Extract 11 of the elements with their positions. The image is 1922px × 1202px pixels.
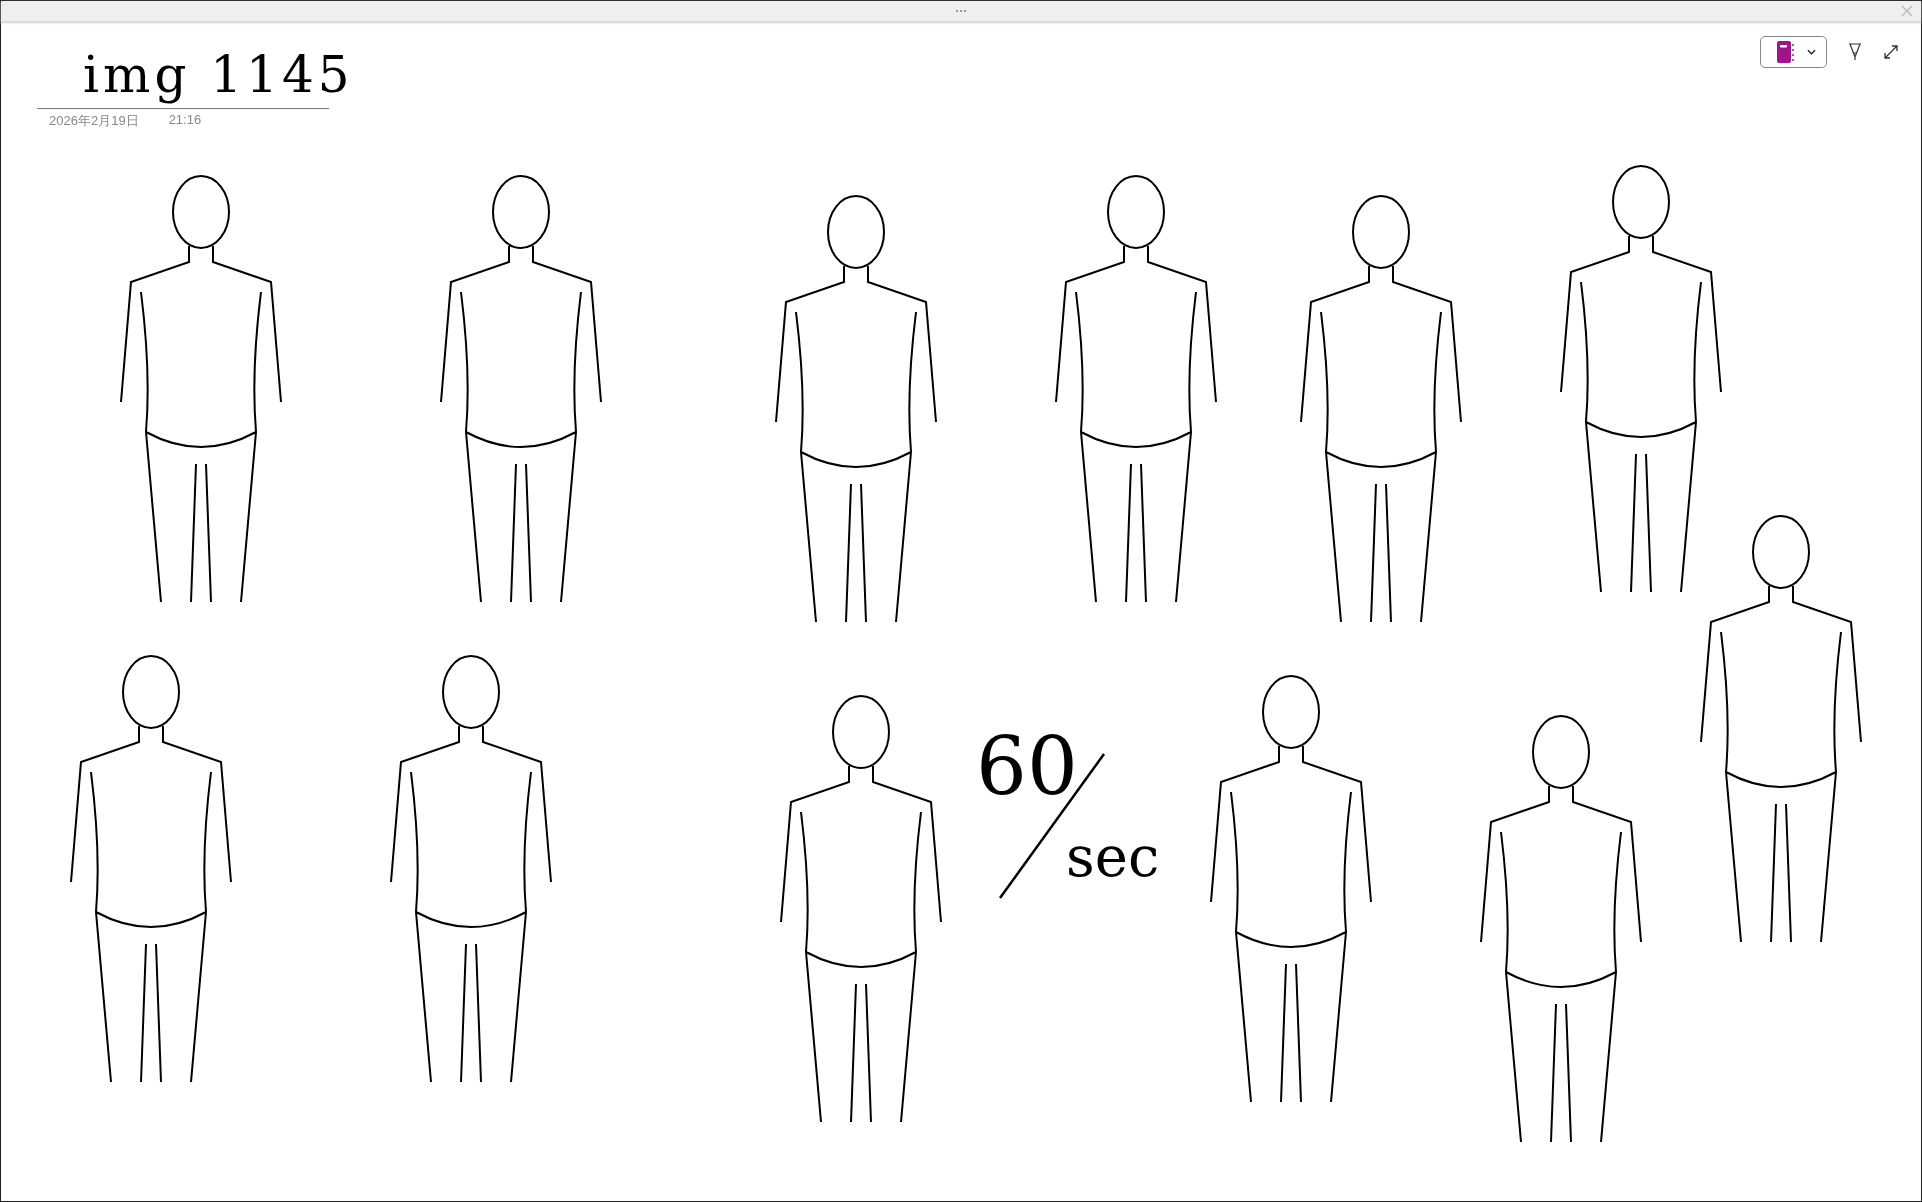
caret-icon [1807,49,1816,55]
pen-icon[interactable] [1847,43,1863,61]
drag-handle-icon[interactable] [954,8,968,14]
notebook-icon [1777,41,1795,63]
page-title[interactable]: img 1145 [83,42,354,108]
expand-icon[interactable] [1883,43,1899,61]
handwritten-note: sec [1066,823,1160,891]
page-date: 2026年2月19日 [49,112,139,130]
handwritten-note: 60 [976,722,1078,812]
page-time: 21:16 [168,112,202,129]
notebook-picker[interactable] [1760,36,1827,68]
